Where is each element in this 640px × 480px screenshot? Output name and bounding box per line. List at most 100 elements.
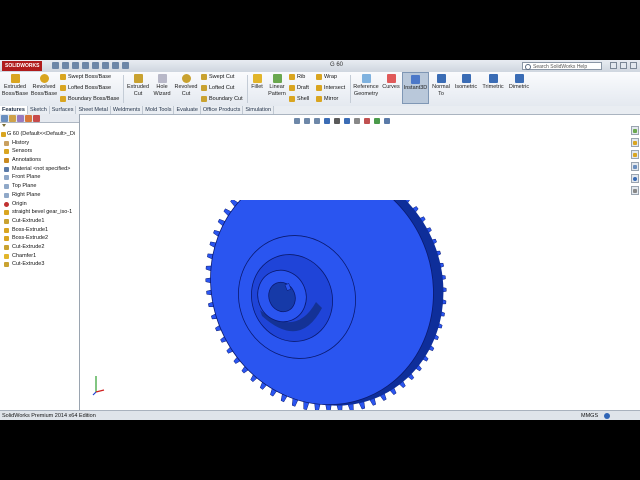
edit-appearance-icon[interactable] [364, 118, 370, 124]
tree-item-bevel-gear[interactable]: straight bevel gear_iso-1 [0, 208, 79, 217]
tree-item-label: Chamfer1 [12, 252, 37, 259]
previous-view-icon[interactable] [314, 118, 320, 124]
open-file-icon[interactable] [62, 62, 69, 69]
lofted-cut-button[interactable]: Lofted Cut [201, 84, 234, 92]
revolved-cut-button[interactable]: Revolved Cut [173, 72, 199, 97]
maximize-button[interactable] [620, 62, 627, 69]
select-icon[interactable] [102, 62, 109, 69]
origin-icon [4, 201, 9, 207]
hide-show-items-icon[interactable] [354, 118, 360, 124]
help-search-input[interactable]: Search SolidWorks Help [522, 62, 602, 70]
close-button[interactable] [630, 62, 637, 69]
tab-evaluate[interactable]: Evaluate [174, 106, 201, 114]
tree-item-right-plane[interactable]: Right Plane [0, 191, 79, 200]
command-manager-tabs: Features Sketch Surfaces Sheet Metal Wel… [0, 106, 640, 115]
tree-item-material[interactable]: Material <not specified> [0, 165, 79, 174]
view-palette-tab[interactable] [631, 162, 639, 171]
display-style-icon[interactable] [344, 118, 350, 124]
fillet-button[interactable]: Fillet [249, 72, 265, 91]
custom-properties-tab[interactable] [631, 186, 639, 195]
gear-3d-model[interactable] [200, 200, 460, 410]
boundary-boss-button[interactable]: Boundary Boss/Base [60, 95, 119, 103]
hole-wizard-button[interactable]: Hole Wizard [151, 72, 173, 97]
draft-button[interactable]: Draft [289, 84, 309, 92]
tree-item-origin[interactable]: Origin [0, 200, 79, 209]
display-manager-tab-icon[interactable] [33, 115, 40, 122]
view-orientation-icon[interactable] [334, 118, 340, 124]
tree-item-boss-extrude1[interactable]: Boss-Extrude1 [0, 226, 79, 235]
property-manager-tab-icon[interactable] [9, 115, 16, 122]
tree-item-chamfer1[interactable]: Chamfer1 [0, 252, 79, 261]
new-file-icon[interactable] [52, 62, 59, 69]
tree-item-history[interactable]: History [0, 139, 79, 148]
tab-surfaces[interactable]: Surfaces [50, 106, 77, 114]
curves-button[interactable]: Curves [381, 72, 401, 91]
tree-root-part[interactable]: G 60 (Default<<Default>_Di [0, 130, 79, 139]
tab-mold-tools[interactable]: Mold Tools [143, 106, 175, 114]
revolved-boss-button[interactable]: Revolved Boss/Base [30, 72, 58, 97]
intersect-button[interactable]: Intersect [316, 84, 345, 92]
rebuild-icon[interactable] [112, 62, 119, 69]
tab-sheet-metal[interactable]: Sheet Metal [76, 106, 111, 114]
tree-item-cut-extrude1[interactable]: Cut-Extrude1 [0, 217, 79, 226]
reference-geometry-button[interactable]: Reference Geometry [352, 72, 380, 97]
tree-item-sensors[interactable]: Sensors [0, 147, 79, 156]
extruded-boss-button[interactable]: Extruded Boss/Base [1, 72, 29, 97]
zoom-to-fit-icon[interactable] [294, 118, 300, 124]
wrap-label: Wrap [324, 74, 338, 80]
imported-feature-icon [4, 210, 9, 216]
tree-filter[interactable] [0, 123, 79, 129]
tree-item-label: Sensors [12, 148, 33, 155]
minimize-button[interactable] [610, 62, 617, 69]
options-gear-icon[interactable] [122, 62, 129, 69]
isometric-button[interactable]: Isometric [453, 72, 479, 91]
units-selector[interactable]: MMGS [581, 411, 598, 420]
lofted-boss-button[interactable]: Lofted Boss/Base [60, 84, 111, 92]
boundary-cut-button[interactable]: Boundary Cut [201, 95, 243, 103]
tab-features[interactable]: Features [0, 106, 28, 114]
plane-icon [4, 184, 9, 190]
instant3d-button[interactable]: Instant3D [402, 72, 429, 104]
swept-boss-button[interactable]: Swept Boss/Base [60, 73, 111, 81]
print-icon[interactable] [82, 62, 89, 69]
history-icon [4, 140, 9, 146]
tab-simulation[interactable]: Simulation [243, 106, 275, 114]
dimetric-button[interactable]: Dimetric [507, 72, 531, 91]
save-icon[interactable] [72, 62, 79, 69]
tree-item-cut-extrude2[interactable]: Cut-Extrude2 [0, 243, 79, 252]
view-settings-icon[interactable] [384, 118, 390, 124]
mirror-button[interactable]: Mirror [316, 95, 338, 103]
appearances-tab[interactable] [631, 174, 639, 183]
wrap-icon [316, 74, 322, 80]
shell-button[interactable]: Shell [289, 95, 309, 103]
apply-scene-icon[interactable] [374, 118, 380, 124]
tree-item-annotations[interactable]: Annotations [0, 156, 79, 165]
rib-button[interactable]: Rib [289, 73, 305, 81]
feature-tree-tab-icon[interactable] [1, 115, 8, 122]
tab-sketch[interactable]: Sketch [28, 106, 50, 114]
tab-weldments[interactable]: Weldments [111, 106, 144, 114]
configuration-manager-tab-icon[interactable] [17, 115, 24, 122]
zoom-to-area-icon[interactable] [304, 118, 310, 124]
wrap-button[interactable]: Wrap [316, 73, 337, 81]
section-view-icon[interactable] [324, 118, 330, 124]
tree-item-top-plane[interactable]: Top Plane [0, 182, 79, 191]
tree-item-front-plane[interactable]: Front Plane [0, 173, 79, 182]
tree-item-label: Origin [12, 200, 27, 207]
tree-item-boss-extrude2[interactable]: Boss-Extrude2 [0, 234, 79, 243]
normal-to-button[interactable]: Normal To [430, 72, 452, 97]
swept-cut-button[interactable]: Swept Cut [201, 73, 234, 81]
extruded-cut-button[interactable]: Extruded Cut [125, 72, 151, 97]
trimetric-button[interactable]: Trimetric [480, 72, 506, 91]
linear-pattern-button[interactable]: Linear Pattern [266, 72, 288, 97]
file-explorer-tab[interactable] [631, 150, 639, 159]
tab-office-products[interactable]: Office Products [201, 106, 244, 114]
appearances-icon [633, 177, 637, 181]
design-library-tab[interactable] [631, 138, 639, 147]
undo-icon[interactable] [92, 62, 99, 69]
tree-item-cut-extrude3[interactable]: Cut-Extrude3 [0, 260, 79, 269]
solidworks-resources-tab[interactable] [631, 126, 639, 135]
solidworks-logo[interactable]: SOLIDWORKS [2, 61, 43, 71]
help-icon[interactable] [604, 413, 610, 419]
dimxpert-tab-icon[interactable] [25, 115, 32, 122]
